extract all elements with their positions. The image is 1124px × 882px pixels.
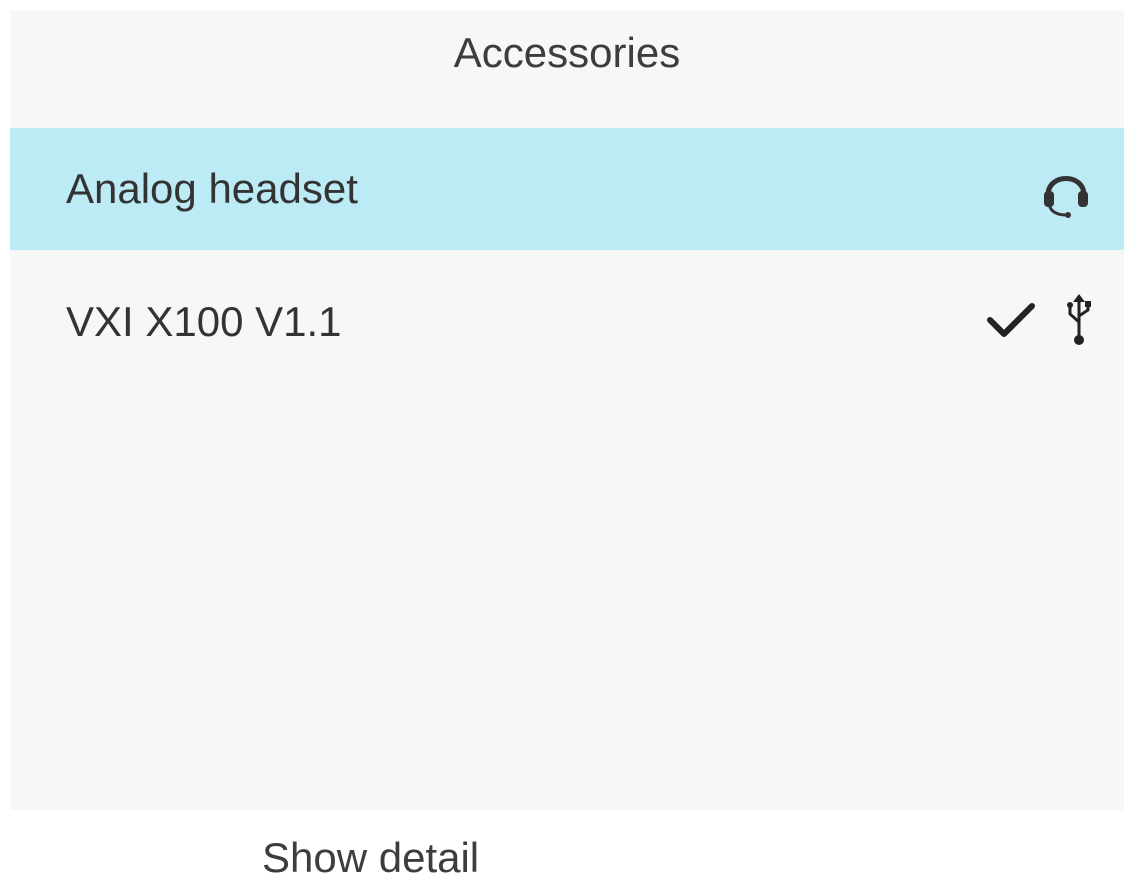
accessories-screen: Accessories Analog headset VXI X100 V1.1 [10, 10, 1124, 810]
softkey-bar: Show detail [0, 810, 1124, 882]
show-detail-button[interactable]: Show detail [262, 834, 479, 882]
checkmark-icon [986, 300, 1036, 340]
list-item-icons [1038, 128, 1094, 250]
page-title: Accessories [453, 29, 681, 76]
list-item-vxi-x100[interactable]: VXI X100 V1.1 [10, 250, 1124, 410]
usb-icon [1064, 292, 1094, 348]
list-item-label: Analog headset [66, 165, 358, 212]
list-item-icons [986, 292, 1094, 348]
list-item-analog-headset[interactable]: Analog headset [10, 128, 1124, 250]
headset-icon [1038, 159, 1094, 219]
list-item-label: VXI X100 V1.1 [66, 298, 342, 345]
accessories-list: Analog headset VXI X100 V1.1 [10, 128, 1124, 410]
